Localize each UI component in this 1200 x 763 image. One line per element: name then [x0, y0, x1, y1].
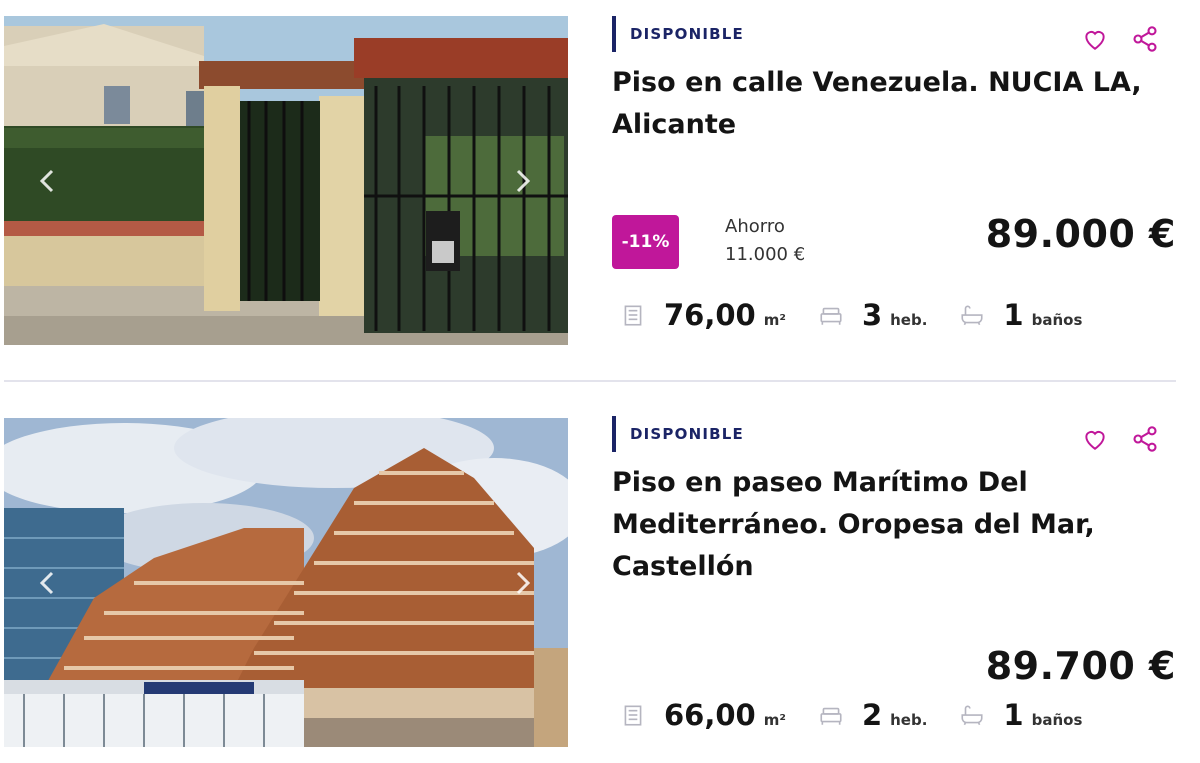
listing-card: DISPONIBLE Piso en paseo Marítimo Del Me…	[0, 400, 1200, 763]
price: 89.700 €	[985, 644, 1176, 688]
area-value: 76,00	[664, 298, 756, 332]
baths-value: 1	[1003, 298, 1024, 332]
feature-baths: 1 baños	[959, 298, 1082, 332]
chevron-right-icon	[516, 571, 531, 594]
chevron-left-icon	[39, 571, 54, 594]
saving-info: Ahorro 11.000 €	[725, 213, 805, 269]
listing-actions	[1080, 424, 1160, 454]
status-badge: DISPONIBLE	[612, 16, 744, 52]
share-button[interactable]	[1130, 424, 1160, 454]
area-value: 66,00	[664, 698, 756, 732]
listing-title[interactable]: Piso en calle Venezuela. NUCIA LA, Alica…	[612, 62, 1152, 146]
features: 66,00 m² 2 heb. 1 baños	[620, 698, 1114, 732]
share-button[interactable]	[1130, 24, 1160, 54]
feature-rooms: 2 heb.	[818, 698, 927, 732]
baths-unit: baños	[1031, 311, 1083, 329]
features: 76,00 m² 3 heb. 1 baños	[620, 298, 1114, 332]
listing-photo[interactable]	[4, 16, 568, 345]
status-badge: DISPONIBLE	[612, 416, 744, 452]
price: 89.000 €	[985, 212, 1176, 256]
prev-photo-button[interactable]	[32, 563, 62, 603]
baths-value: 1	[1003, 698, 1024, 732]
heart-icon	[1085, 31, 1105, 50]
area-unit: m²	[763, 311, 786, 329]
bed-icon	[820, 707, 842, 725]
favorite-button[interactable]	[1080, 424, 1110, 454]
listing-title[interactable]: Piso en paseo Marítimo Del Mediterráneo.…	[612, 462, 1152, 588]
bathtub-icon	[961, 705, 983, 726]
feature-rooms: 3 heb.	[818, 298, 927, 332]
rooms-value: 2	[861, 698, 883, 732]
divider	[4, 380, 1176, 382]
area-unit: m²	[763, 711, 786, 729]
share-icon	[1133, 426, 1157, 452]
house-gate-photo	[4, 16, 568, 345]
chevron-left-icon	[39, 169, 54, 192]
bathtub-icon	[961, 305, 983, 326]
area-icon	[624, 305, 642, 326]
next-photo-button[interactable]	[508, 161, 538, 201]
next-photo-button[interactable]	[508, 563, 538, 603]
listing-photo[interactable]	[4, 418, 568, 747]
area-icon	[624, 705, 642, 726]
feature-area: 66,00 m²	[620, 698, 786, 732]
listing-card: DISPONIBLE Piso en calle Venezuela. NUCI…	[0, 0, 1200, 380]
apartment-building-photo	[4, 418, 568, 747]
rooms-value: 3	[861, 298, 883, 332]
rooms-unit: heb.	[890, 311, 928, 329]
favorite-button[interactable]	[1080, 24, 1110, 54]
chevron-right-icon	[516, 169, 531, 192]
listing-actions	[1080, 24, 1160, 54]
prev-photo-button[interactable]	[32, 161, 62, 201]
discount-badge: -11%	[612, 215, 679, 269]
saving-amount: 11.000 €	[725, 244, 806, 265]
baths-unit: baños	[1031, 711, 1083, 729]
saving-label: Ahorro	[725, 216, 785, 237]
feature-baths: 1 baños	[959, 698, 1082, 732]
rooms-unit: heb.	[890, 711, 928, 729]
share-icon	[1133, 26, 1157, 52]
heart-icon	[1085, 431, 1105, 450]
bed-icon	[820, 307, 842, 325]
feature-area: 76,00 m²	[620, 298, 786, 332]
